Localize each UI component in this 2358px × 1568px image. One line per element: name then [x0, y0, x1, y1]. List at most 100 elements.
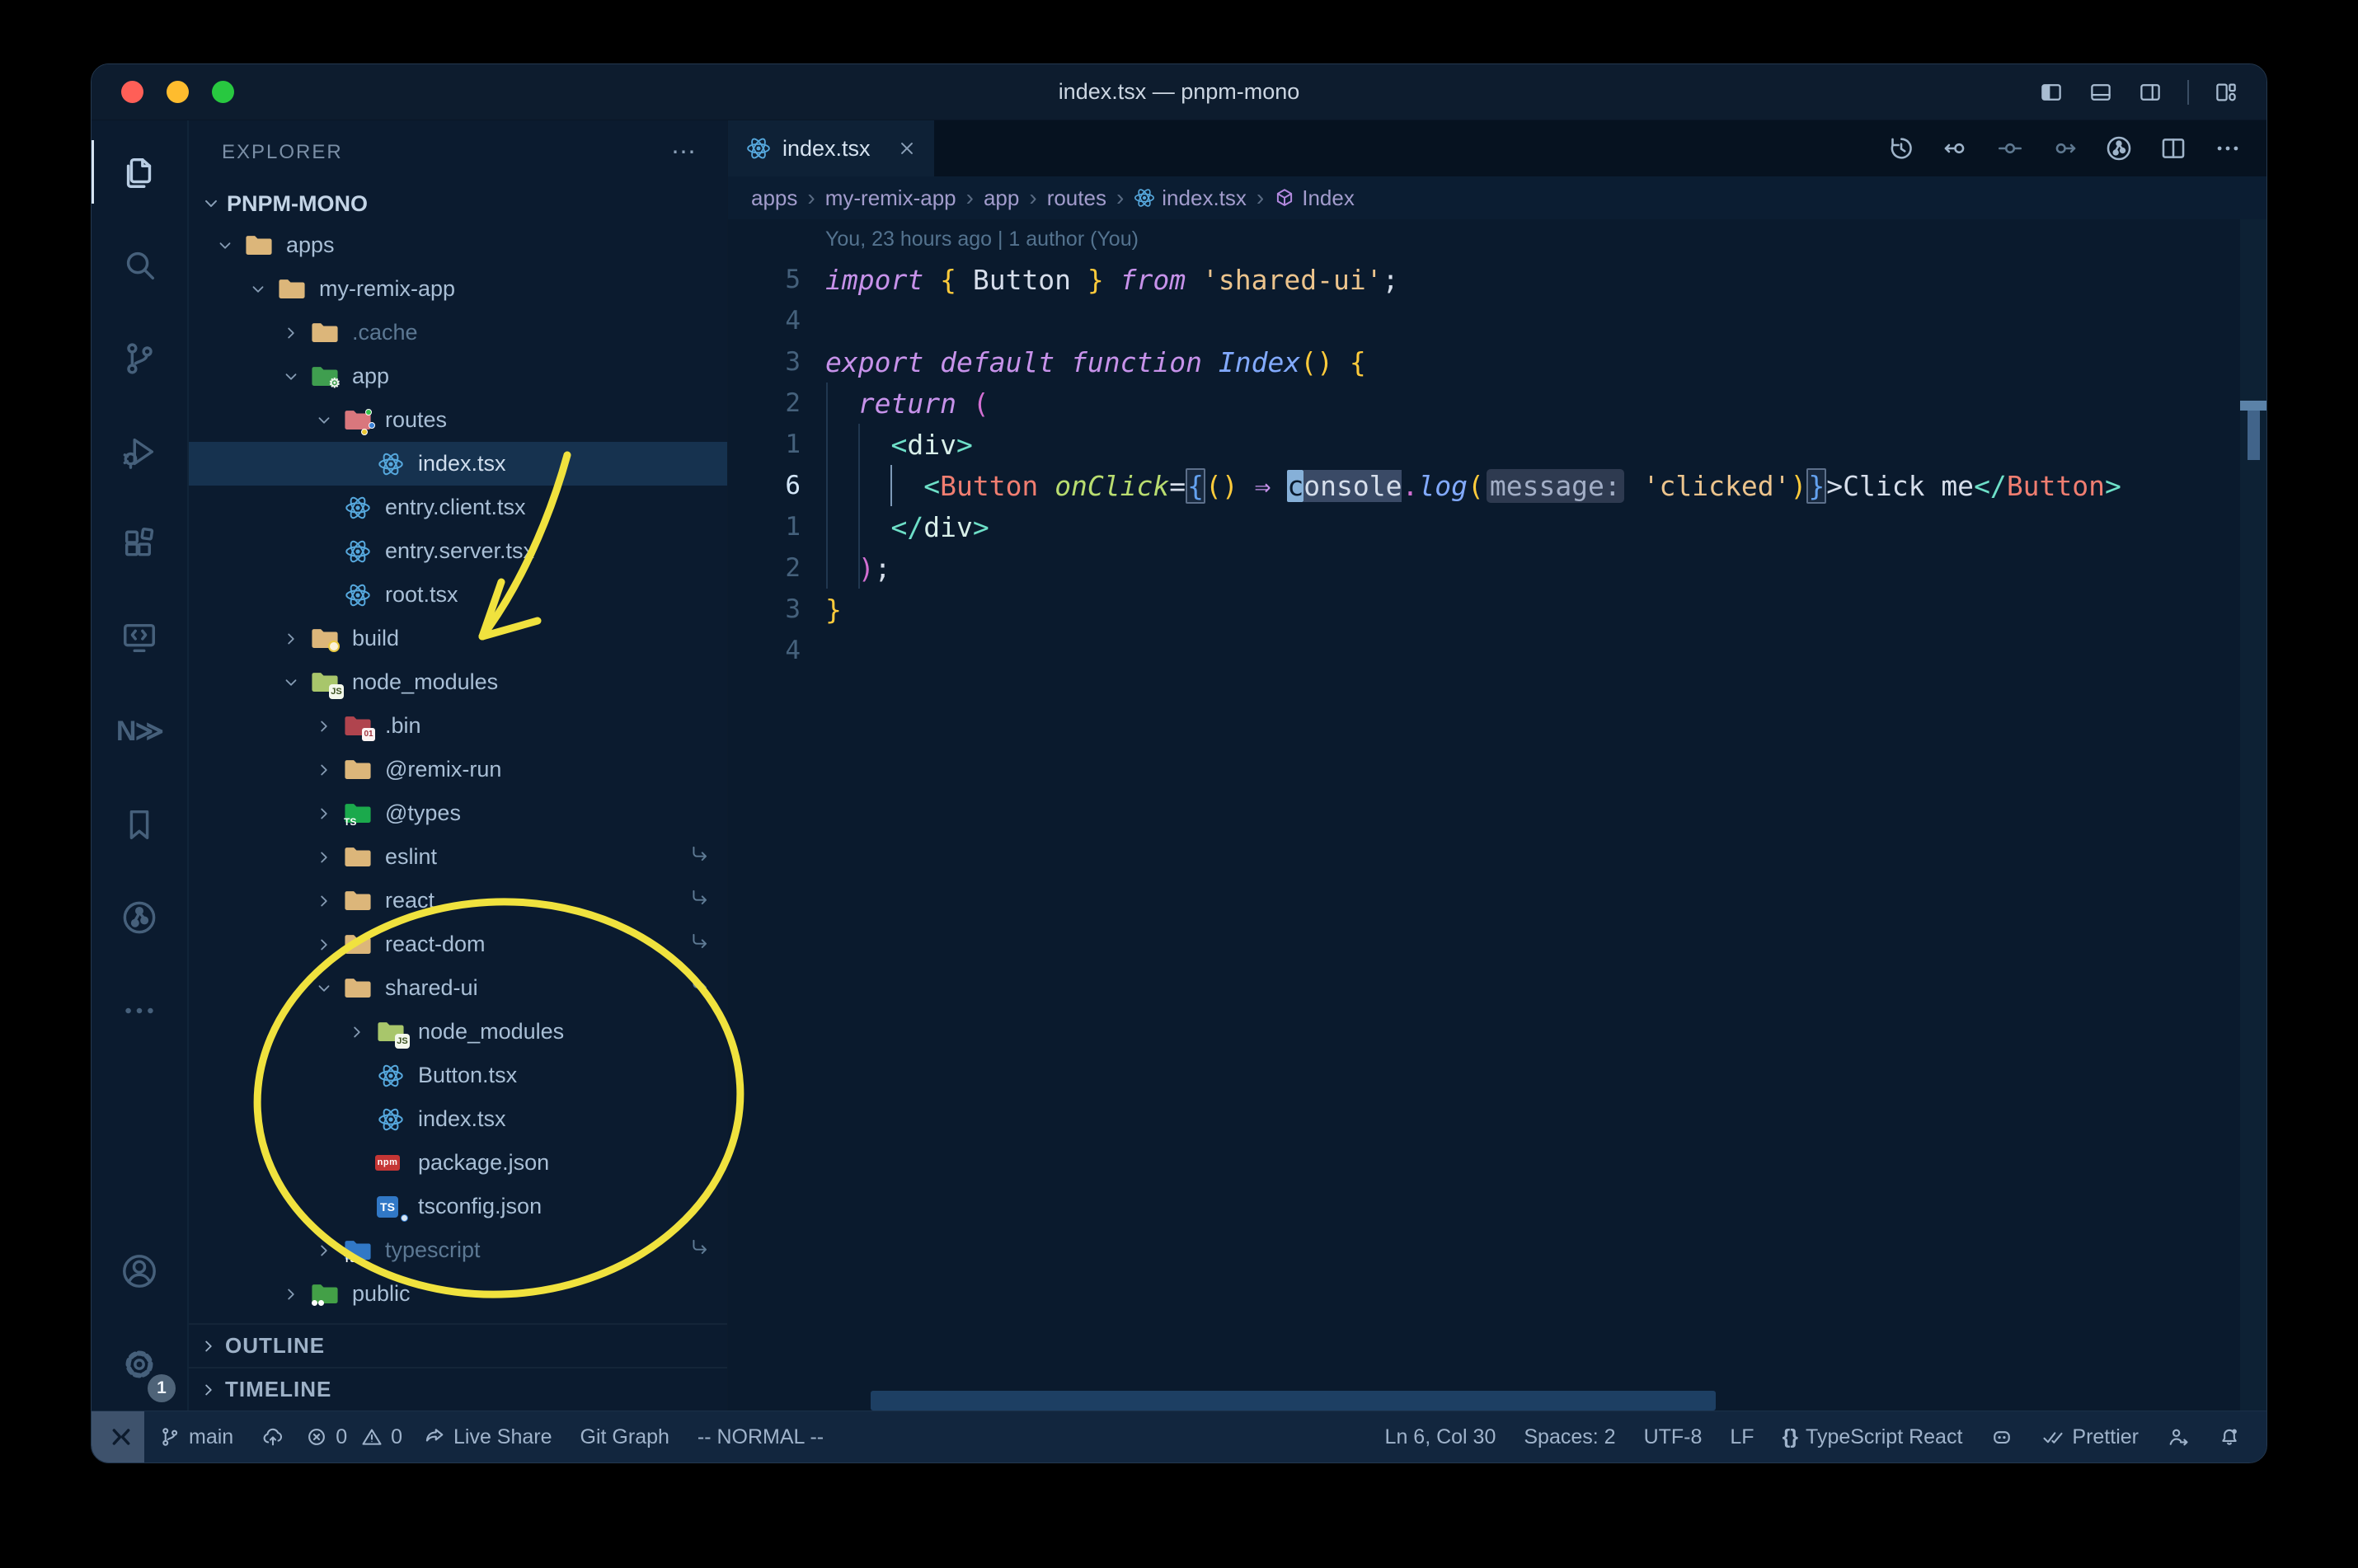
tab-index-tsx[interactable]: index.tsx [728, 120, 934, 176]
remote-indicator[interactable] [92, 1411, 144, 1462]
copilot-icon [1990, 1425, 2013, 1448]
tree-item-entryclienttsx[interactable]: entry.client.tsx [189, 486, 727, 529]
status-vim-mode[interactable]: -- NORMAL -- [683, 1425, 838, 1449]
tree-item-react[interactable]: react [189, 879, 727, 922]
breadcrumb-item-index-tsx[interactable]: index.tsx [1134, 185, 1247, 211]
tree-item-routes[interactable]: routes [189, 398, 727, 442]
activity-bookmarks[interactable] [92, 777, 187, 871]
tree-item-roottsx[interactable]: root.tsx [189, 573, 727, 617]
git-graph-view-icon[interactable] [2105, 134, 2133, 162]
tree-item-indextsx[interactable]: index.tsx [189, 442, 727, 486]
status-errors[interactable]: 0 [298, 1425, 354, 1449]
symlink-icon [689, 887, 711, 914]
account-icon [120, 1252, 158, 1290]
tree-item-buttontsx[interactable]: Button.tsx [189, 1054, 727, 1097]
tree-item-nodemodules[interactable]: JS node_modules [189, 660, 727, 704]
status-live-share[interactable]: Live Share [409, 1425, 566, 1449]
tree-item-react-dom[interactable]: react-dom [189, 922, 727, 966]
tree-item-cache[interactable]: .cache [189, 311, 727, 354]
activity-settings[interactable]: 1 [92, 1317, 187, 1411]
status-branch[interactable]: main [144, 1425, 247, 1449]
status-language-mode[interactable]: {} TypeScript React [1768, 1425, 1977, 1449]
tree-item-build[interactable]: build [189, 617, 727, 660]
error-icon [305, 1425, 328, 1448]
code-text: <div> [825, 429, 972, 461]
status-git-graph[interactable]: Git Graph [566, 1425, 683, 1449]
react-icon [378, 1063, 404, 1089]
workspace-root-row[interactable]: PNPM-MONO [189, 184, 727, 223]
status-sync[interactable] [247, 1425, 298, 1448]
status-copilot[interactable] [1976, 1425, 2027, 1448]
activity-explorer[interactable] [92, 125, 187, 218]
status-notifications[interactable] [2204, 1425, 2255, 1448]
activity-extensions[interactable] [92, 498, 187, 591]
section-timeline[interactable]: TIMELINE [189, 1367, 727, 1411]
token-cursor[interactable]: c [1287, 469, 1304, 502]
token-paren: ( [1467, 469, 1484, 502]
timeline-history-icon[interactable] [1887, 134, 1915, 162]
commit-details-icon[interactable] [1996, 134, 2024, 162]
status-indentation[interactable]: Spaces: 2 [1510, 1425, 1629, 1449]
status-eol[interactable]: LF [1716, 1425, 1768, 1449]
overview-ruler[interactable] [2240, 219, 2266, 1411]
activity-source-control[interactable] [92, 312, 187, 405]
token-fn: log [1418, 469, 1468, 502]
close-tab-icon[interactable] [896, 138, 918, 159]
explorer-actions-button[interactable]: ⋯ [671, 138, 698, 167]
token-kw: ⇒ [1254, 469, 1271, 502]
section-outline[interactable]: OUTLINE [189, 1323, 727, 1367]
status-label: main [189, 1425, 234, 1448]
status-cursor-position[interactable]: Ln 6, Col 30 [1371, 1425, 1510, 1449]
breadcrumb-item-apps[interactable]: apps [751, 185, 797, 211]
tree-item-packagejson[interactable]: npm package.json [189, 1141, 727, 1185]
tree-item-types[interactable]: TS @types [189, 791, 727, 835]
next-change-icon[interactable] [2050, 134, 2079, 162]
tree-item-label: eslint [385, 844, 438, 869]
previous-change-icon[interactable] [1942, 134, 1970, 162]
scrollbar-thumb[interactable] [2248, 411, 2260, 460]
status-feedback[interactable] [2153, 1425, 2204, 1448]
status-prettier[interactable]: Prettier [2027, 1425, 2153, 1449]
tree-item-eslint[interactable]: eslint [189, 835, 727, 879]
more-actions-icon[interactable] [2214, 134, 2242, 162]
activity-remote-explorer[interactable] [92, 591, 187, 684]
layout-sidebar-left-icon[interactable] [2039, 80, 2064, 105]
breadcrumb-item-routes[interactable]: routes [1047, 185, 1106, 211]
tree-item-apps[interactable]: apps [189, 223, 727, 267]
code-editor[interactable]: You, 23 hours ago | 1 author (You) 5 impor… [728, 219, 2266, 1411]
tree-item-bin[interactable]: 01 .bin [189, 704, 727, 748]
line-number: 2 [785, 553, 801, 583]
tree-item-shared-ui[interactable]: shared-ui [189, 966, 727, 1010]
tree-item-nodemodules[interactable]: JS node_modules [189, 1010, 727, 1054]
tree-item-typescript[interactable]: TS typescript [189, 1228, 727, 1272]
tree-item-entryservertsx[interactable]: entry.server.tsx [189, 529, 727, 573]
activity-nx-console[interactable]: N≫ [92, 684, 187, 777]
tree-item-app[interactable]: ⚙ app [189, 354, 727, 398]
layout-panel-icon[interactable] [2088, 80, 2113, 105]
breadcrumb-item-my-remix-app[interactable]: my-remix-app [825, 185, 956, 211]
tree-item-my-remix-app[interactable]: my-remix-app [189, 267, 727, 311]
layout-sidebar-right-icon[interactable] [2138, 80, 2163, 105]
breadcrumb-item-index[interactable]: Index [1274, 185, 1355, 211]
bookmark-icon [120, 805, 158, 843]
breadcrumb-item-app[interactable]: app [984, 185, 1019, 211]
tree-item-public[interactable]: public [189, 1272, 727, 1316]
chevron-down-icon [200, 193, 222, 214]
status-left: main 0 0 Live Share Git Graph -- NORMAL -- [144, 1425, 838, 1449]
folder-icon [242, 231, 276, 261]
activity-more-views[interactable] [92, 964, 187, 1057]
tree-item-indextsx[interactable]: index.tsx [189, 1097, 727, 1141]
status-warnings[interactable]: 0 [354, 1425, 409, 1449]
activity-git-graph[interactable] [92, 871, 187, 964]
tree-item-tsconfigjson[interactable]: TS tsconfig.json [189, 1185, 727, 1228]
activity-search[interactable] [92, 218, 187, 312]
layout-customize-icon[interactable] [2214, 80, 2238, 105]
split-editor-icon[interactable] [2159, 134, 2187, 162]
status-encoding[interactable]: UTF-8 [1630, 1425, 1717, 1449]
tree-item-remix-run[interactable]: @remix-run [189, 748, 727, 791]
horizontal-scrollbar[interactable] [871, 1391, 1716, 1411]
activity-run-debug[interactable] [92, 405, 187, 498]
activity-accounts[interactable] [92, 1224, 187, 1317]
